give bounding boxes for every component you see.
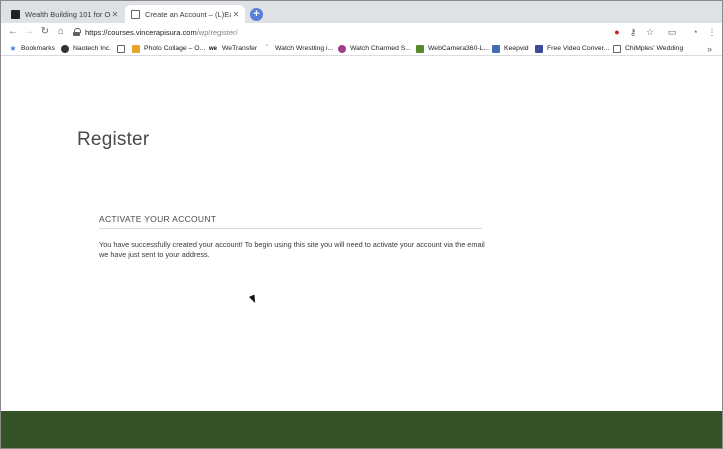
bookmark-untitled[interactable]: [117, 43, 129, 54]
charmed-icon: [338, 44, 346, 53]
page-content: Register ACTIVATE YOUR ACCOUNT You have …: [1, 57, 722, 411]
site-favicon-icon: [11, 9, 20, 19]
document-icon: [613, 44, 621, 53]
bookmark-wetransfer[interactable]: we WeTransfer: [208, 43, 257, 54]
close-icon[interactable]: ✕: [110, 10, 120, 19]
bookmark-naotech[interactable]: Naotech Inc.: [61, 43, 111, 54]
bookmarks-bar: ★ Bookmarks Naotech Inc. Photo Collage –…: [1, 41, 722, 56]
menu-icon[interactable]: ⋮: [706, 26, 718, 38]
wrestling-icon: ˜: [265, 44, 269, 52]
bookmark-watch-charmed[interactable]: Watch Charmed S...: [338, 43, 411, 54]
converter-icon: [535, 44, 543, 53]
new-tab-button[interactable]: +: [250, 8, 263, 21]
bookmark-label: Keepvid: [504, 45, 529, 52]
section-heading: ACTIVATE YOUR ACCOUNT: [99, 214, 217, 224]
photo-collage-icon: [132, 44, 140, 53]
bookmark-webcamera360[interactable]: WebCamera360-L...: [416, 43, 489, 54]
bookmark-label: Watch Charmed S...: [350, 45, 411, 52]
bookmark-chimples-wedding[interactable]: ChiMples' Wedding: [613, 43, 683, 54]
browser-toolbar: ← → ↻ ⌂ https://courses.vincerapisura.co…: [1, 23, 722, 41]
naotech-icon: [61, 44, 69, 53]
tab-create-account[interactable]: Create an Account – (L)Earning ✕: [125, 5, 245, 23]
bookmark-label: WeTransfer: [222, 45, 258, 52]
bookmark-label: WebCamera360-L...: [428, 45, 490, 52]
back-button[interactable]: ←: [7, 26, 19, 38]
bookmark-label: Watch Wrestling i...: [275, 45, 334, 52]
bookmark-label: Naotech Inc.: [73, 45, 112, 52]
bookmark-photo-collage[interactable]: Photo Collage – O...: [132, 43, 205, 54]
bookmark-bookmarks[interactable]: ★ Bookmarks: [9, 43, 55, 54]
forward-button[interactable]: →: [23, 26, 35, 38]
bookmark-label: Photo Collage – O...: [144, 45, 206, 52]
reload-button[interactable]: ↻: [39, 26, 51, 38]
tab-wealth-building[interactable]: Wealth Building 101 for OFWs ( ✕: [5, 5, 124, 23]
bookmark-watch-wrestling[interactable]: ˜ Watch Wrestling i...: [263, 43, 333, 54]
lock-icon: [73, 28, 81, 36]
site-footer: [1, 411, 722, 448]
cast-icon[interactable]: ▭: [666, 26, 678, 38]
wetransfer-icon: we: [208, 45, 217, 52]
key-icon[interactable]: ⚷: [627, 26, 639, 38]
extension-icon[interactable]: ●: [611, 26, 623, 38]
tab-strip: Wealth Building 101 for OFWs ( ✕ Create …: [1, 1, 722, 23]
star-icon: ★: [9, 43, 17, 53]
tab-title: Wealth Building 101 for OFWs (: [25, 9, 110, 19]
url-host: https://courses.vincerapisura.com: [85, 27, 197, 37]
keepvid-icon: [492, 44, 500, 53]
address-bar[interactable]: https://courses.vincerapisura.com/wp/reg…: [73, 25, 603, 39]
document-icon: [117, 44, 125, 53]
browser-window: Wealth Building 101 for OFWs ( ✕ Create …: [0, 0, 723, 449]
webcamera-icon: [416, 44, 424, 53]
activation-message: You have successfully created your accou…: [99, 240, 485, 259]
profile-icon[interactable]: ◔: [689, 26, 701, 38]
bookmark-label: Bookmarks: [21, 45, 55, 52]
close-icon[interactable]: ✕: [231, 10, 241, 19]
bookmark-label: Free Video Conver...: [547, 45, 610, 52]
bookmarks-overflow-button[interactable]: »: [707, 43, 712, 54]
tab-title: Create an Account – (L)Earning: [145, 9, 231, 19]
document-icon: [131, 9, 140, 19]
mouse-cursor-icon: [249, 294, 258, 305]
url-path: /wp/register/: [196, 27, 238, 37]
home-button[interactable]: ⌂: [55, 26, 67, 38]
divider: [99, 228, 482, 229]
bookmark-label: ChiMples' Wedding: [625, 45, 684, 52]
bookmark-free-video-converter[interactable]: Free Video Conver...: [535, 43, 609, 54]
bookmark-keepvid[interactable]: Keepvid: [492, 43, 529, 54]
page-title: Register: [77, 129, 150, 150]
star-icon[interactable]: ☆: [644, 26, 656, 38]
